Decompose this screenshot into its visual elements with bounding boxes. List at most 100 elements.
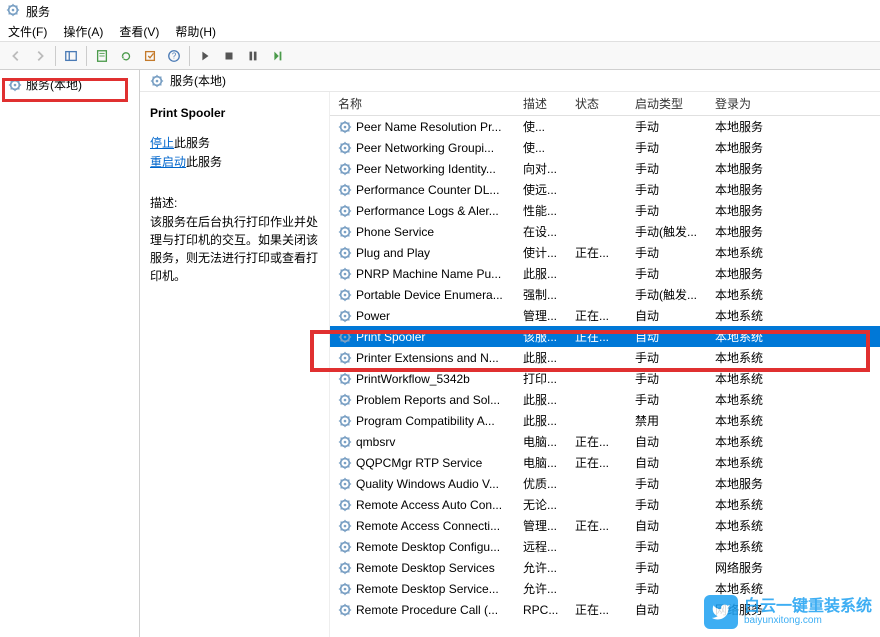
service-row[interactable]: Problem Reports and Sol...此服...手动本地系统 xyxy=(330,389,880,410)
cell-name: Remote Access Connecti... xyxy=(330,519,515,533)
service-row[interactable]: Performance Counter DL...使远... 手动本地服务 xyxy=(330,179,880,200)
cell-logon: 网络服务 xyxy=(707,559,807,576)
service-row[interactable]: qmbsrv电脑...正在...自动本地系统 xyxy=(330,431,880,452)
service-row[interactable]: Printer Extensions and N...此服...手动本地系统 xyxy=(330,347,880,368)
stop-service-button[interactable] xyxy=(218,45,240,67)
gear-icon xyxy=(338,414,352,428)
cell-desc: 使远... xyxy=(515,181,567,198)
gear-icon xyxy=(150,74,164,88)
export-button[interactable] xyxy=(139,45,161,67)
service-row[interactable]: Remote Desktop Services允许...手动网络服务 xyxy=(330,557,880,578)
svg-text:?: ? xyxy=(172,51,177,60)
service-row[interactable]: PrintWorkflow_5342b打印...手动本地系统 xyxy=(330,368,880,389)
window-title: 服务 xyxy=(26,3,50,20)
service-row[interactable]: Phone Service在设...手动(触发...本地服务 xyxy=(330,221,880,242)
help-button[interactable]: ? xyxy=(163,45,185,67)
cell-start: 手动 xyxy=(627,139,707,156)
service-row[interactable]: Peer Name Resolution Pr...使...手动本地服务 xyxy=(330,116,880,137)
service-row[interactable]: Remote Desktop Configu...远程...手动本地系统 xyxy=(330,536,880,557)
cell-name: Quality Windows Audio V... xyxy=(330,477,515,491)
cell-name: Remote Desktop Configu... xyxy=(330,540,515,554)
gear-icon xyxy=(338,246,352,260)
cell-logon: 本地系统 xyxy=(707,286,807,303)
col-header-name[interactable]: 名称 xyxy=(330,95,515,112)
tree-root-item[interactable]: 服务(本地) xyxy=(4,74,135,95)
restart-service-button[interactable] xyxy=(266,45,288,67)
menu-action[interactable]: 操作(A) xyxy=(59,21,107,42)
cell-desc: 向对... xyxy=(515,160,567,177)
pause-service-button[interactable] xyxy=(242,45,264,67)
cell-name: qmbsrv xyxy=(330,435,515,449)
service-row[interactable]: Portable Device Enumera...强制...手动(触发...本… xyxy=(330,284,880,305)
gear-icon xyxy=(338,225,352,239)
service-row[interactable]: Performance Logs & Aler...性能...手动本地服务 xyxy=(330,200,880,221)
cell-start: 手动 xyxy=(627,181,707,198)
col-header-desc[interactable]: 描述 xyxy=(515,95,567,112)
service-row[interactable]: Plug and Play使计...正在...手动本地系统 xyxy=(330,242,880,263)
cell-desc: 使... xyxy=(515,118,567,135)
service-row[interactable]: Remote Access Connecti...管理...正在...自动本地系… xyxy=(330,515,880,536)
cell-start: 自动 xyxy=(627,601,707,618)
stop-link[interactable]: 停止 xyxy=(150,136,174,150)
service-row[interactable]: Peer Networking Identity...向对...手动本地服务 xyxy=(330,158,880,179)
menu-file[interactable]: 文件(F) xyxy=(4,21,51,42)
start-service-button[interactable] xyxy=(194,45,216,67)
selected-service-name: Print Spooler xyxy=(150,106,319,120)
cell-logon: 本地系统 xyxy=(707,433,807,450)
toolbar: ? xyxy=(0,42,880,70)
toolbar-separator xyxy=(189,46,190,66)
cell-logon: 本地系统 xyxy=(707,244,807,261)
cell-logon: 本地服务 xyxy=(707,265,807,282)
col-header-status[interactable]: 状态 xyxy=(567,95,627,112)
cell-name: QQPCMgr RTP Service xyxy=(330,456,515,470)
gear-icon xyxy=(338,393,352,407)
watermark-icon xyxy=(704,595,738,629)
cell-name: Peer Networking Groupi... xyxy=(330,141,515,155)
cell-desc: 远程... xyxy=(515,538,567,555)
stop-suffix: 此服务 xyxy=(174,136,210,150)
nav-forward-button[interactable] xyxy=(29,45,51,67)
col-header-logon[interactable]: 登录为 xyxy=(707,95,807,112)
col-header-start[interactable]: 启动类型 xyxy=(627,95,707,112)
cell-start: 自动 xyxy=(627,433,707,450)
service-row[interactable]: Power管理...正在...自动本地系统 xyxy=(330,305,880,326)
properties-button[interactable] xyxy=(91,45,113,67)
menu-help[interactable]: 帮助(H) xyxy=(171,21,220,42)
cell-desc: 管理... xyxy=(515,307,567,324)
cell-name: Performance Counter DL... xyxy=(330,183,515,197)
cell-name: Portable Device Enumera... xyxy=(330,288,515,302)
service-row[interactable]: QQPCMgr RTP Service电脑...正在...自动本地系统 xyxy=(330,452,880,473)
cell-start: 自动 xyxy=(627,517,707,534)
cell-start: 手动 xyxy=(627,244,707,261)
restart-suffix: 此服务 xyxy=(186,155,222,169)
gear-icon xyxy=(338,582,352,596)
cell-name: Phone Service xyxy=(330,225,515,239)
service-row[interactable]: Print Spooler该服...正在...自动本地系统 xyxy=(330,326,880,347)
cell-name: Remote Procedure Call (... xyxy=(330,603,515,617)
toolbar-separator xyxy=(86,46,87,66)
nav-back-button[interactable] xyxy=(5,45,27,67)
cell-status: 正在... xyxy=(567,328,627,345)
refresh-button[interactable] xyxy=(115,45,137,67)
cell-logon: 本地系统 xyxy=(707,496,807,513)
cell-logon: 本地服务 xyxy=(707,181,807,198)
service-row[interactable]: Remote Access Auto Con...无论...手动本地系统 xyxy=(330,494,880,515)
show-hide-tree-button[interactable] xyxy=(60,45,82,67)
tree-pane: 服务(本地) xyxy=(0,70,140,637)
menu-view[interactable]: 查看(V) xyxy=(115,21,163,42)
service-row[interactable]: Program Compatibility A...此服...禁用本地系统 xyxy=(330,410,880,431)
cell-name: Power xyxy=(330,309,515,323)
cell-status: 正在... xyxy=(567,307,627,324)
service-row[interactable]: Peer Networking Groupi...使...手动本地服务 xyxy=(330,137,880,158)
gear-icon xyxy=(338,183,352,197)
cell-start: 手动 xyxy=(627,559,707,576)
service-row[interactable]: Quality Windows Audio V...优质...手动本地服务 xyxy=(330,473,880,494)
restart-link[interactable]: 重启动 xyxy=(150,155,186,169)
service-row[interactable]: PNRP Machine Name Pu...此服...手动本地服务 xyxy=(330,263,880,284)
watermark-title: 白云一键重装系统 xyxy=(744,598,872,616)
menubar: 文件(F) 操作(A) 查看(V) 帮助(H) xyxy=(0,22,880,42)
cell-name: Peer Name Resolution Pr... xyxy=(330,120,515,134)
app-icon xyxy=(6,3,22,19)
cell-start: 手动(触发... xyxy=(627,223,707,240)
cell-status: 正在... xyxy=(567,517,627,534)
